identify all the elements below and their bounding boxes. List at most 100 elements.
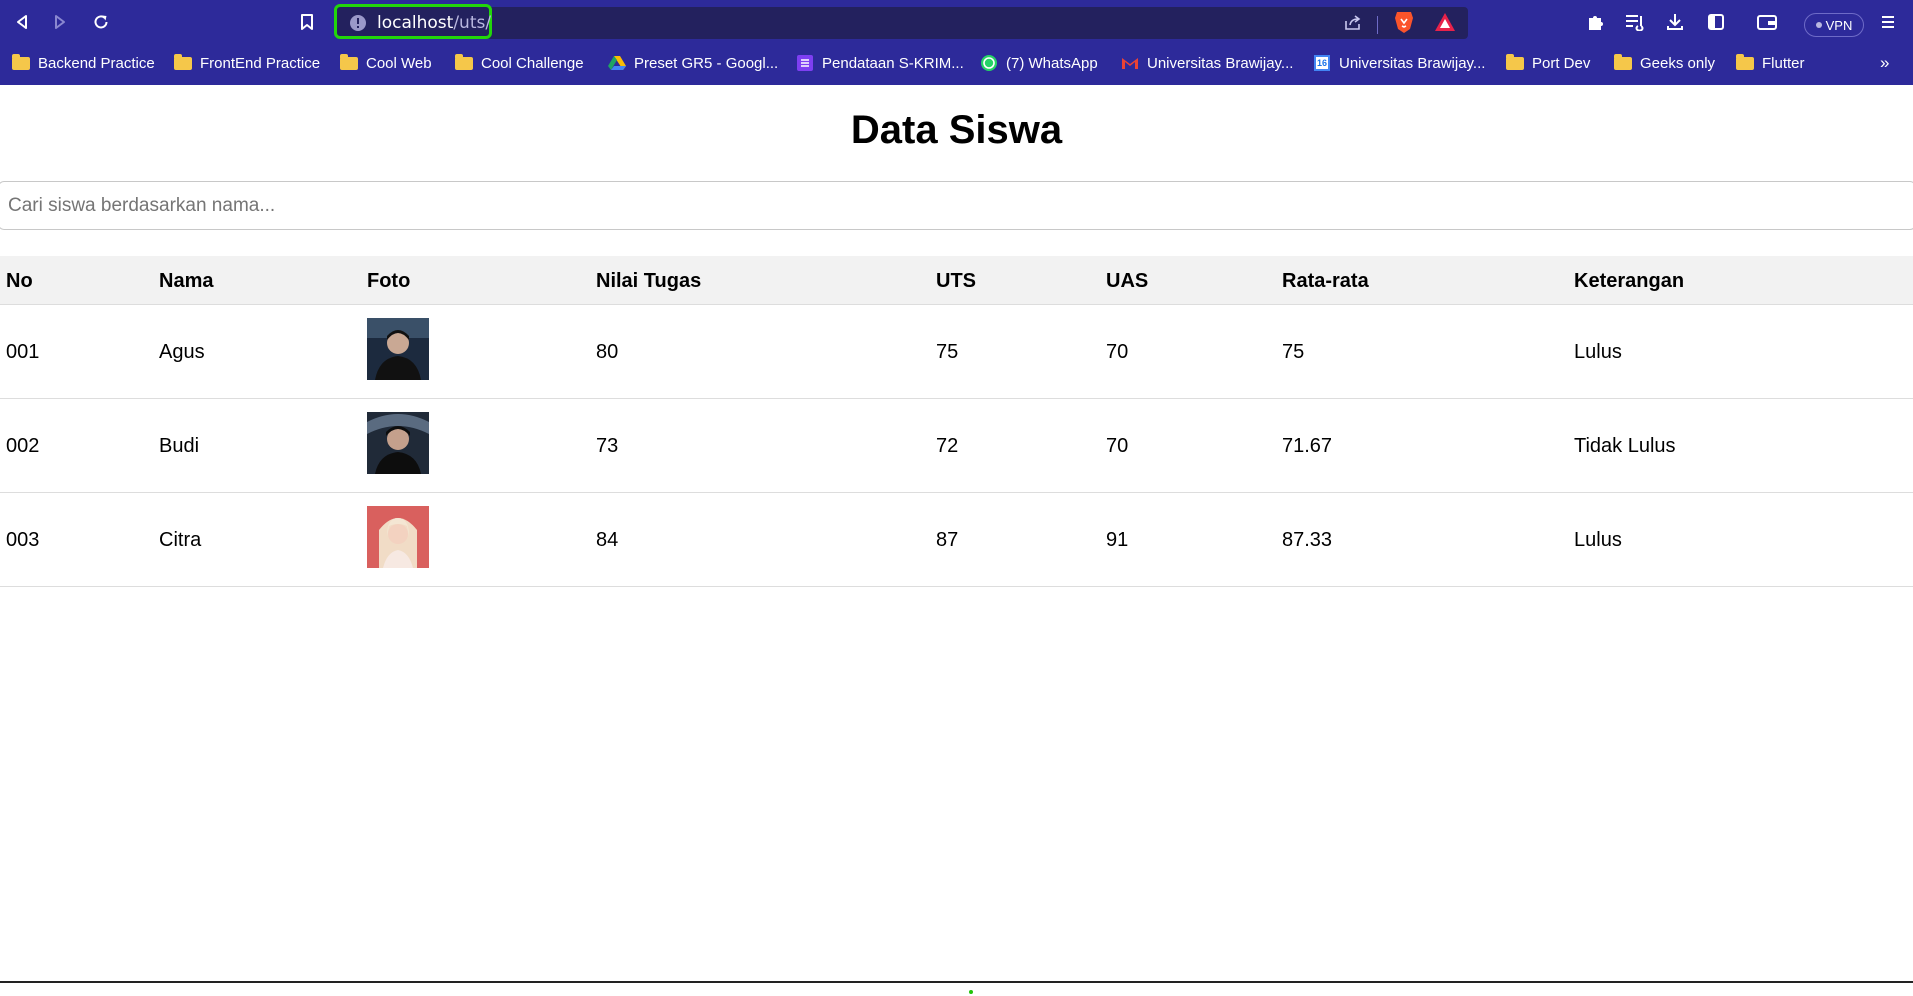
cell-uts: 87 — [936, 529, 959, 551]
bookmarks-bar: Backend Practice FrontEnd Practice Cool … — [0, 50, 1913, 76]
bookmark-label: (7) WhatsApp — [1006, 54, 1098, 72]
bookmark-label: Pendataan S-KRIM... — [822, 54, 964, 72]
cell-keterangan: Tidak Lulus — [1574, 435, 1676, 457]
wallet-icon — [1757, 15, 1777, 30]
reload-button[interactable] — [89, 10, 113, 34]
reading-list-button[interactable] — [1623, 10, 1647, 34]
cell-rata-rata: 87.33 — [1282, 529, 1333, 551]
sidebar-icon — [1708, 14, 1724, 30]
brave-rewards-button[interactable] — [1433, 10, 1457, 34]
bookmark-item[interactable]: Geeks only — [1614, 50, 1715, 76]
column-header-nilai-tugas: Nilai Tugas — [596, 270, 702, 292]
url-path: /uts/ — [453, 13, 492, 33]
url-host: localhost — [377, 13, 454, 33]
hamburger-menu-icon — [1882, 16, 1894, 28]
bookmark-item[interactable]: Flutter — [1736, 50, 1805, 76]
cell-nama: Citra — [159, 529, 202, 551]
cell-nama: Agus — [159, 341, 205, 363]
cell-nilai-tugas: 73 — [596, 435, 619, 457]
bookmark-item[interactable]: Preset GR5 - Googl... — [608, 50, 778, 76]
back-button[interactable] — [10, 10, 34, 34]
main-menu-button[interactable] — [1876, 10, 1900, 34]
bookmark-item[interactable]: Cool Web — [340, 50, 432, 76]
bookmark-label: Flutter — [1762, 54, 1805, 72]
bookmark-item[interactable]: Backend Practice — [12, 50, 155, 76]
bottom-divider — [0, 981, 1913, 983]
cell-no: 001 — [6, 341, 40, 363]
column-header-foto: Foto — [367, 270, 411, 292]
gmail-icon — [1121, 55, 1139, 71]
bookmark-item[interactable]: Port Dev — [1506, 50, 1590, 76]
cell-rata-rata: 75 — [1282, 341, 1305, 363]
bookmark-item[interactable]: 16 Universitas Brawijay... — [1313, 50, 1485, 76]
status-dot-icon — [969, 990, 973, 994]
bookmark-item[interactable]: Pendataan S-KRIM... — [796, 50, 964, 76]
brave-shields-button[interactable] — [1392, 10, 1416, 34]
download-icon — [1667, 14, 1683, 30]
column-header-uts: UTS — [936, 270, 976, 292]
wallet-button[interactable] — [1755, 10, 1779, 34]
bookmark-label: Geeks only — [1640, 54, 1716, 72]
cell-nama: Budi — [159, 435, 200, 457]
downloads-button[interactable] — [1663, 10, 1687, 34]
table-row: 003 Citra 84 87 91 87.33 Lulus — [0, 493, 1913, 587]
bookmark-label: Port Dev — [1532, 54, 1591, 72]
bookmark-item[interactable]: FrontEnd Practice — [174, 50, 320, 76]
student-photo — [367, 412, 429, 474]
bookmark-label: FrontEnd Practice — [200, 54, 321, 72]
student-photo — [367, 318, 429, 380]
vpn-label: VPN — [1825, 17, 1853, 33]
bookmarks-overflow-button[interactable]: » — [1880, 50, 1889, 76]
forward-arrow-icon — [55, 15, 65, 29]
forward-button[interactable] — [48, 10, 72, 34]
browser-toolbar: localhost/uts/ VPN — [0, 4, 1913, 42]
folder-icon — [1506, 53, 1524, 71]
bookmark-label: Cool Web — [366, 54, 432, 72]
address-bar[interactable] — [336, 7, 1468, 39]
table-row: 001 Agus 80 75 70 75 Lulus — [0, 305, 1913, 399]
column-header-rata-rata: Rata-rata — [1282, 270, 1369, 292]
cell-uas: 70 — [1106, 435, 1129, 457]
bookmark-label: Preset GR5 - Googl... — [634, 54, 779, 72]
bookmark-page-button[interactable] — [295, 10, 319, 34]
playlist-icon — [1626, 15, 1644, 31]
table-row: 002 Budi 73 72 70 71.67 Tidak Lulus — [0, 399, 1913, 493]
reload-icon — [94, 15, 108, 29]
calendar-icon: 16 — [1313, 55, 1331, 71]
table-header: No Nama Foto Nilai Tugas UTS UAS Rata-ra… — [0, 256, 1913, 305]
rewards-triangle-icon — [1435, 13, 1455, 31]
page-title: Data Siswa — [850, 108, 1063, 152]
column-header-no: No — [6, 270, 33, 292]
puzzle-icon — [1589, 16, 1603, 30]
bookmark-label: Universitas Brawijay... — [1147, 54, 1294, 72]
cell-uas: 70 — [1106, 341, 1129, 363]
whatsapp-icon — [980, 55, 998, 71]
bookmark-item[interactable]: Universitas Brawijay... — [1121, 50, 1293, 76]
brave-lion-icon — [1395, 12, 1413, 33]
toolbar-divider — [1377, 16, 1378, 34]
folder-icon — [455, 53, 473, 71]
folder-icon — [1614, 53, 1632, 71]
folder-icon — [174, 53, 192, 71]
url-text[interactable]: localhost/uts/ — [377, 13, 491, 33]
chevron-double-right-icon: » — [1880, 53, 1890, 72]
students-table: No Nama Foto Nilai Tugas UTS UAS Rata-ra… — [0, 256, 1913, 587]
bookmark-label: Cool Challenge — [481, 54, 584, 72]
folder-icon — [1736, 53, 1754, 71]
cell-keterangan: Lulus — [1574, 529, 1622, 551]
cell-uts: 72 — [936, 435, 959, 457]
extensions-button[interactable] — [1584, 10, 1608, 34]
bookmark-item[interactable]: Cool Challenge — [455, 50, 584, 76]
vpn-button[interactable]: VPN — [1804, 13, 1864, 37]
bookmark-item[interactable]: (7) WhatsApp — [980, 50, 1098, 76]
bookmark-label: Backend Practice — [38, 54, 155, 72]
search-input[interactable] — [0, 181, 1913, 230]
column-header-nama: Nama — [159, 270, 214, 292]
browser-chrome: localhost/uts/ VPN Backend Practice Fron… — [0, 0, 1913, 85]
share-button[interactable] — [1341, 10, 1365, 34]
cell-no: 002 — [6, 435, 40, 457]
site-info-icon[interactable] — [349, 14, 367, 32]
forms-icon — [796, 55, 814, 71]
sidebar-button[interactable] — [1704, 10, 1728, 34]
column-header-keterangan: Keterangan — [1574, 270, 1685, 292]
